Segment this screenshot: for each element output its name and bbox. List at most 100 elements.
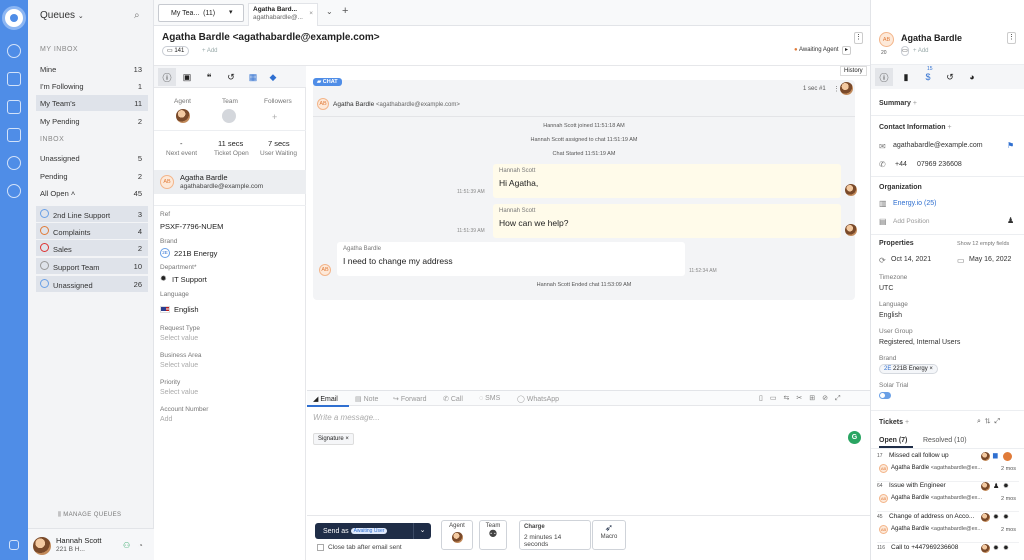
formatting-toolbar[interactable]: ▯▭⇆✂⊞⊘⤢ (759, 394, 848, 403)
contact-info-heading[interactable]: Contact Information + (879, 124, 952, 131)
integration-icon[interactable]: ◕ (963, 68, 981, 86)
grammarly-icon[interactable]: G (848, 431, 861, 444)
person-icon[interactable]: ♟ (1007, 216, 1014, 225)
add-tag-button[interactable]: + Add (202, 48, 218, 54)
user-avatar[interactable] (33, 537, 51, 555)
ticket-id-badge[interactable]: ▭ 141 (162, 46, 190, 56)
charge-button[interactable]: Charge 2 minutes 14 seconds (519, 520, 591, 550)
availability-icon[interactable]: ◔ (138, 541, 143, 550)
assign-team-button[interactable]: Team ⚉ (479, 520, 507, 550)
add-follower-icon[interactable]: + (272, 112, 277, 122)
tasks-icon[interactable] (7, 100, 21, 114)
settings-icon[interactable] (7, 156, 21, 170)
history-icon[interactable]: ↺ (941, 68, 959, 86)
assign-agent-button[interactable]: Agent (441, 520, 473, 550)
team-avatar-icon[interactable] (222, 109, 236, 123)
queue-support-team[interactable]: Support Team 10 (36, 258, 148, 274)
queue-sub-unassigned[interactable]: Unassigned 26 (36, 276, 148, 292)
queue-all-open[interactable]: All Open ˄ 45 (36, 185, 148, 201)
chat-more-icon[interactable]: ⋮ (833, 85, 840, 93)
billing-icon[interactable] (7, 184, 21, 198)
tab-sms[interactable]: ◌ SMS (479, 395, 500, 402)
document-icon[interactable]: ▮ (897, 68, 915, 86)
signature-chip[interactable]: Signature × (313, 433, 354, 445)
queue-following[interactable]: I'm Following 1 (36, 78, 148, 94)
app-logo[interactable] (2, 6, 26, 30)
macro-button[interactable]: ➶ Macro (592, 520, 626, 550)
chat-bubbles-icon[interactable]: ❝ (200, 68, 218, 86)
tag-icon[interactable]: ▭ (901, 46, 909, 56)
language-value[interactable]: English (174, 305, 199, 314)
tab-call[interactable]: ✆ Call (443, 395, 463, 403)
contact-phone[interactable]: 07969 236608 (917, 161, 962, 168)
more-icon[interactable]: ⋮ (854, 32, 863, 44)
ticket-row[interactable]: 45 Change of address on Acco... ✹ ✹ AB A… (877, 513, 1019, 543)
dropdown-icon[interactable]: ▾ (229, 8, 233, 16)
queues-title[interactable]: Queues ⌄ (40, 10, 84, 21)
language-value[interactable]: English (879, 312, 902, 319)
contact-email[interactable]: agathabardle@example.com (893, 142, 983, 149)
flag-icon[interactable]: ⚑ (1007, 141, 1014, 150)
info-icon[interactable]: ⓘ (158, 68, 176, 86)
send-as-button[interactable]: Send as Awaiting User (315, 523, 419, 539)
app-icon[interactable]: ▦ (244, 68, 262, 86)
manage-queues-link[interactable]: ⫼ MANAGE QUEUES (58, 512, 121, 519)
close-icon[interactable]: × (309, 10, 313, 18)
queue-my-teams[interactable]: My Team's 11 (36, 95, 148, 111)
inbox-icon[interactable] (7, 72, 21, 86)
status-icon[interactable]: ⚇ (123, 541, 130, 550)
queue-my-pending[interactable]: My Pending 2 (36, 113, 148, 129)
department-value[interactable]: IT Support (172, 275, 207, 284)
contact-more-icon[interactable]: ⋮ (1007, 32, 1016, 44)
agent-avatar[interactable] (176, 109, 190, 123)
tickets-heading[interactable]: Tickets + (879, 419, 909, 426)
queue-mine[interactable]: Mine 13 (36, 61, 148, 77)
priority-select[interactable]: Select value (160, 389, 198, 396)
search-icon[interactable]: ⌕ (134, 10, 140, 21)
timezone-value[interactable]: UTC (879, 285, 893, 292)
queue-pending[interactable]: Pending 2 (36, 168, 148, 184)
close-tab-checkbox[interactable] (317, 544, 324, 551)
camera-icon[interactable]: ▣ (178, 68, 196, 86)
expand-icon[interactable]: ▸ (842, 46, 851, 55)
history-icon[interactable]: ↺ (222, 68, 240, 86)
business-area-select[interactable]: Select value (160, 362, 198, 369)
collapse-icon[interactable] (9, 540, 19, 550)
account-number-input[interactable]: Add (160, 416, 172, 423)
new-tab-icon[interactable]: + (342, 5, 348, 17)
brand-chip[interactable]: 2E 221B Energy × (879, 364, 938, 374)
message-input[interactable]: Write a message... (313, 413, 380, 422)
add-position-input[interactable]: Add Position (893, 218, 930, 225)
ticket-row[interactable]: 64 Issue with Engineer ♟ ✹ AB Agatha Bar… (877, 482, 1019, 512)
tab-forward[interactable]: ↪ Forward (393, 395, 427, 403)
contact-card[interactable]: AB Agatha Bardle agathabardle@example.co… (154, 170, 306, 194)
add-tag-button[interactable]: + Add (913, 48, 929, 54)
chevron-down-icon[interactable]: ⌄ (326, 7, 333, 16)
tab-resolved-tickets[interactable]: Resolved (10) (923, 437, 967, 444)
diamond-icon[interactable]: ◆ (264, 68, 282, 86)
tab-whatsapp[interactable]: ◯ WhatsApp (517, 395, 559, 403)
queue-unassigned[interactable]: Unassigned 5 (36, 150, 148, 166)
ticket-row[interactable]: 116 Call to +447969236608 ✹ ✹ (877, 544, 1019, 560)
tab-open-tickets[interactable]: Open (7) (879, 437, 907, 444)
send-options-icon[interactable]: ⌄ (413, 523, 431, 539)
brand-value[interactable]: 221B Energy (174, 249, 217, 258)
user-group-value[interactable]: Registered, Internal Users (879, 339, 960, 346)
tickets-toolbar[interactable]: ⌕⇅⤢ (977, 418, 1004, 426)
summary-heading[interactable]: Summary + (879, 100, 917, 107)
ref-value[interactable]: PSXF-7796-NUEM (160, 222, 223, 231)
ticket-row[interactable]: 17 Missed call follow up ▆ AB Agatha Bar… (877, 452, 1019, 482)
queue-sales[interactable]: Sales 2 (36, 240, 148, 256)
show-empty-fields-link[interactable]: Show 12 empty fields (957, 241, 1009, 247)
tab-note[interactable]: ▤ Note (355, 395, 378, 403)
tab-ticket-agatha[interactable]: Agatha Bard... agathabardle@... × (248, 3, 318, 26)
organization-link[interactable]: Energy.io (25) (893, 200, 936, 207)
contacts-icon[interactable] (7, 44, 21, 58)
ticket-status[interactable]: ● Awaiting Agent (794, 47, 839, 53)
queue-complaints[interactable]: Complaints 4 (36, 223, 148, 239)
info-icon[interactable]: ⓘ (875, 68, 893, 86)
remove-icon[interactable]: × (929, 366, 933, 372)
request-type-select[interactable]: Select value (160, 335, 198, 342)
tab-email[interactable]: ◢ Email (313, 395, 338, 403)
reports-icon[interactable] (7, 128, 21, 142)
